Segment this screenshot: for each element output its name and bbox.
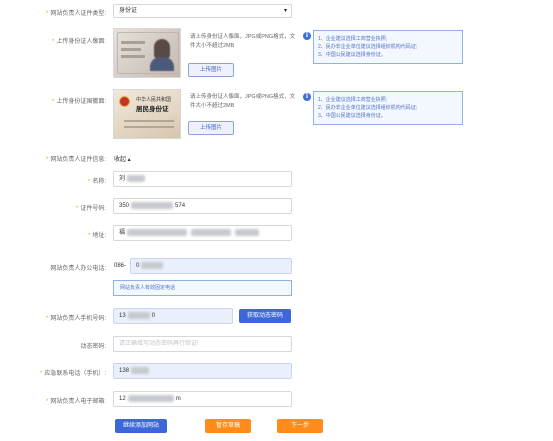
area-code: 086- xyxy=(114,263,127,269)
id-front-photo xyxy=(113,28,181,78)
doc-type-tip: 1、企业建议选择工商营业执照; 2、民办非企业单位建议选择组织机构代码证; 3、… xyxy=(313,91,463,125)
address-input[interactable]: 福 xyxy=(113,225,292,241)
id-back-hint: 请上传身份证人像面，JPG或PNG格式，文 件大小不超过2MB xyxy=(190,94,296,109)
id-front-label: * 上传身份证人像面: xyxy=(51,39,106,45)
name-input[interactable]: 刘 xyxy=(113,171,292,187)
id-front-upload-button[interactable]: 上传图片 xyxy=(188,63,234,77)
dynamic-code-input[interactable]: 请正确填写动态密码再行验证! xyxy=(113,336,292,352)
cert-no-label: * 证件号码: xyxy=(75,206,106,212)
id-type-label: * 网站负责人证件类型: xyxy=(45,11,106,17)
mobile-label: * 网站负责人手机号码: xyxy=(45,316,106,322)
text-line-icon xyxy=(124,120,174,122)
add-site-button[interactable]: 继续添加网站 xyxy=(115,419,167,433)
get-code-button[interactable]: 获取动态密码 xyxy=(239,309,291,323)
id-back-label: * 上传身份证国徽面: xyxy=(51,99,106,105)
dynamic-code-label: 动态密码: xyxy=(80,344,106,350)
email-input[interactable]: 12 m xyxy=(113,391,292,407)
office-phone-label: 网站负责人办公电话: xyxy=(50,266,106,272)
cert-no-input[interactable]: 350 574 xyxy=(113,198,292,214)
emergency-label: * 应急联系电话（手机）: xyxy=(39,371,106,377)
id-type-select[interactable]: 身份证 ▾ xyxy=(113,4,292,18)
collapse-toggle[interactable]: 收起 ▴ xyxy=(114,154,131,163)
emblem-icon xyxy=(119,96,130,107)
text-line-icon xyxy=(121,48,141,51)
office-phone-hint: 网站负责人有效固定电话 xyxy=(113,280,292,296)
text-line-icon xyxy=(124,126,174,128)
doc-type-tip: 1、企业建议选择工商营业执照; 2、民办非企业单位建议选择组织机构代码证; 3、… xyxy=(313,30,463,64)
info-icon: i xyxy=(303,93,311,101)
save-draft-button[interactable]: 暂存草稿 xyxy=(205,419,251,433)
office-phone-input[interactable]: 0 xyxy=(130,258,292,274)
emergency-input[interactable]: 138 xyxy=(113,363,292,379)
text-line-icon xyxy=(121,55,145,58)
portrait-shoulders-icon xyxy=(150,57,174,71)
name-label: * 名称: xyxy=(87,179,106,185)
text-line-icon xyxy=(121,41,145,44)
info-icon: i xyxy=(303,32,311,40)
mobile-input[interactable]: 13 0 xyxy=(113,308,233,324)
email-label: * 网站负责人电子邮箱: xyxy=(45,399,106,405)
chevron-down-icon: ▾ xyxy=(283,8,287,14)
id-back-photo: 中华人民共和国 居民身份证 xyxy=(113,89,181,139)
cert-info-label: * 网站负责人证件信息: xyxy=(45,157,106,163)
portrait-icon xyxy=(154,39,170,59)
next-button[interactable]: 下一步 xyxy=(277,419,323,433)
id-back-upload-button[interactable]: 上传图片 xyxy=(188,121,234,135)
id-front-hint: 请上传身份证人像面，JPG或PNG格式，文 件大小不超过2MB xyxy=(190,34,296,49)
address-label: * 地址: xyxy=(87,233,106,239)
